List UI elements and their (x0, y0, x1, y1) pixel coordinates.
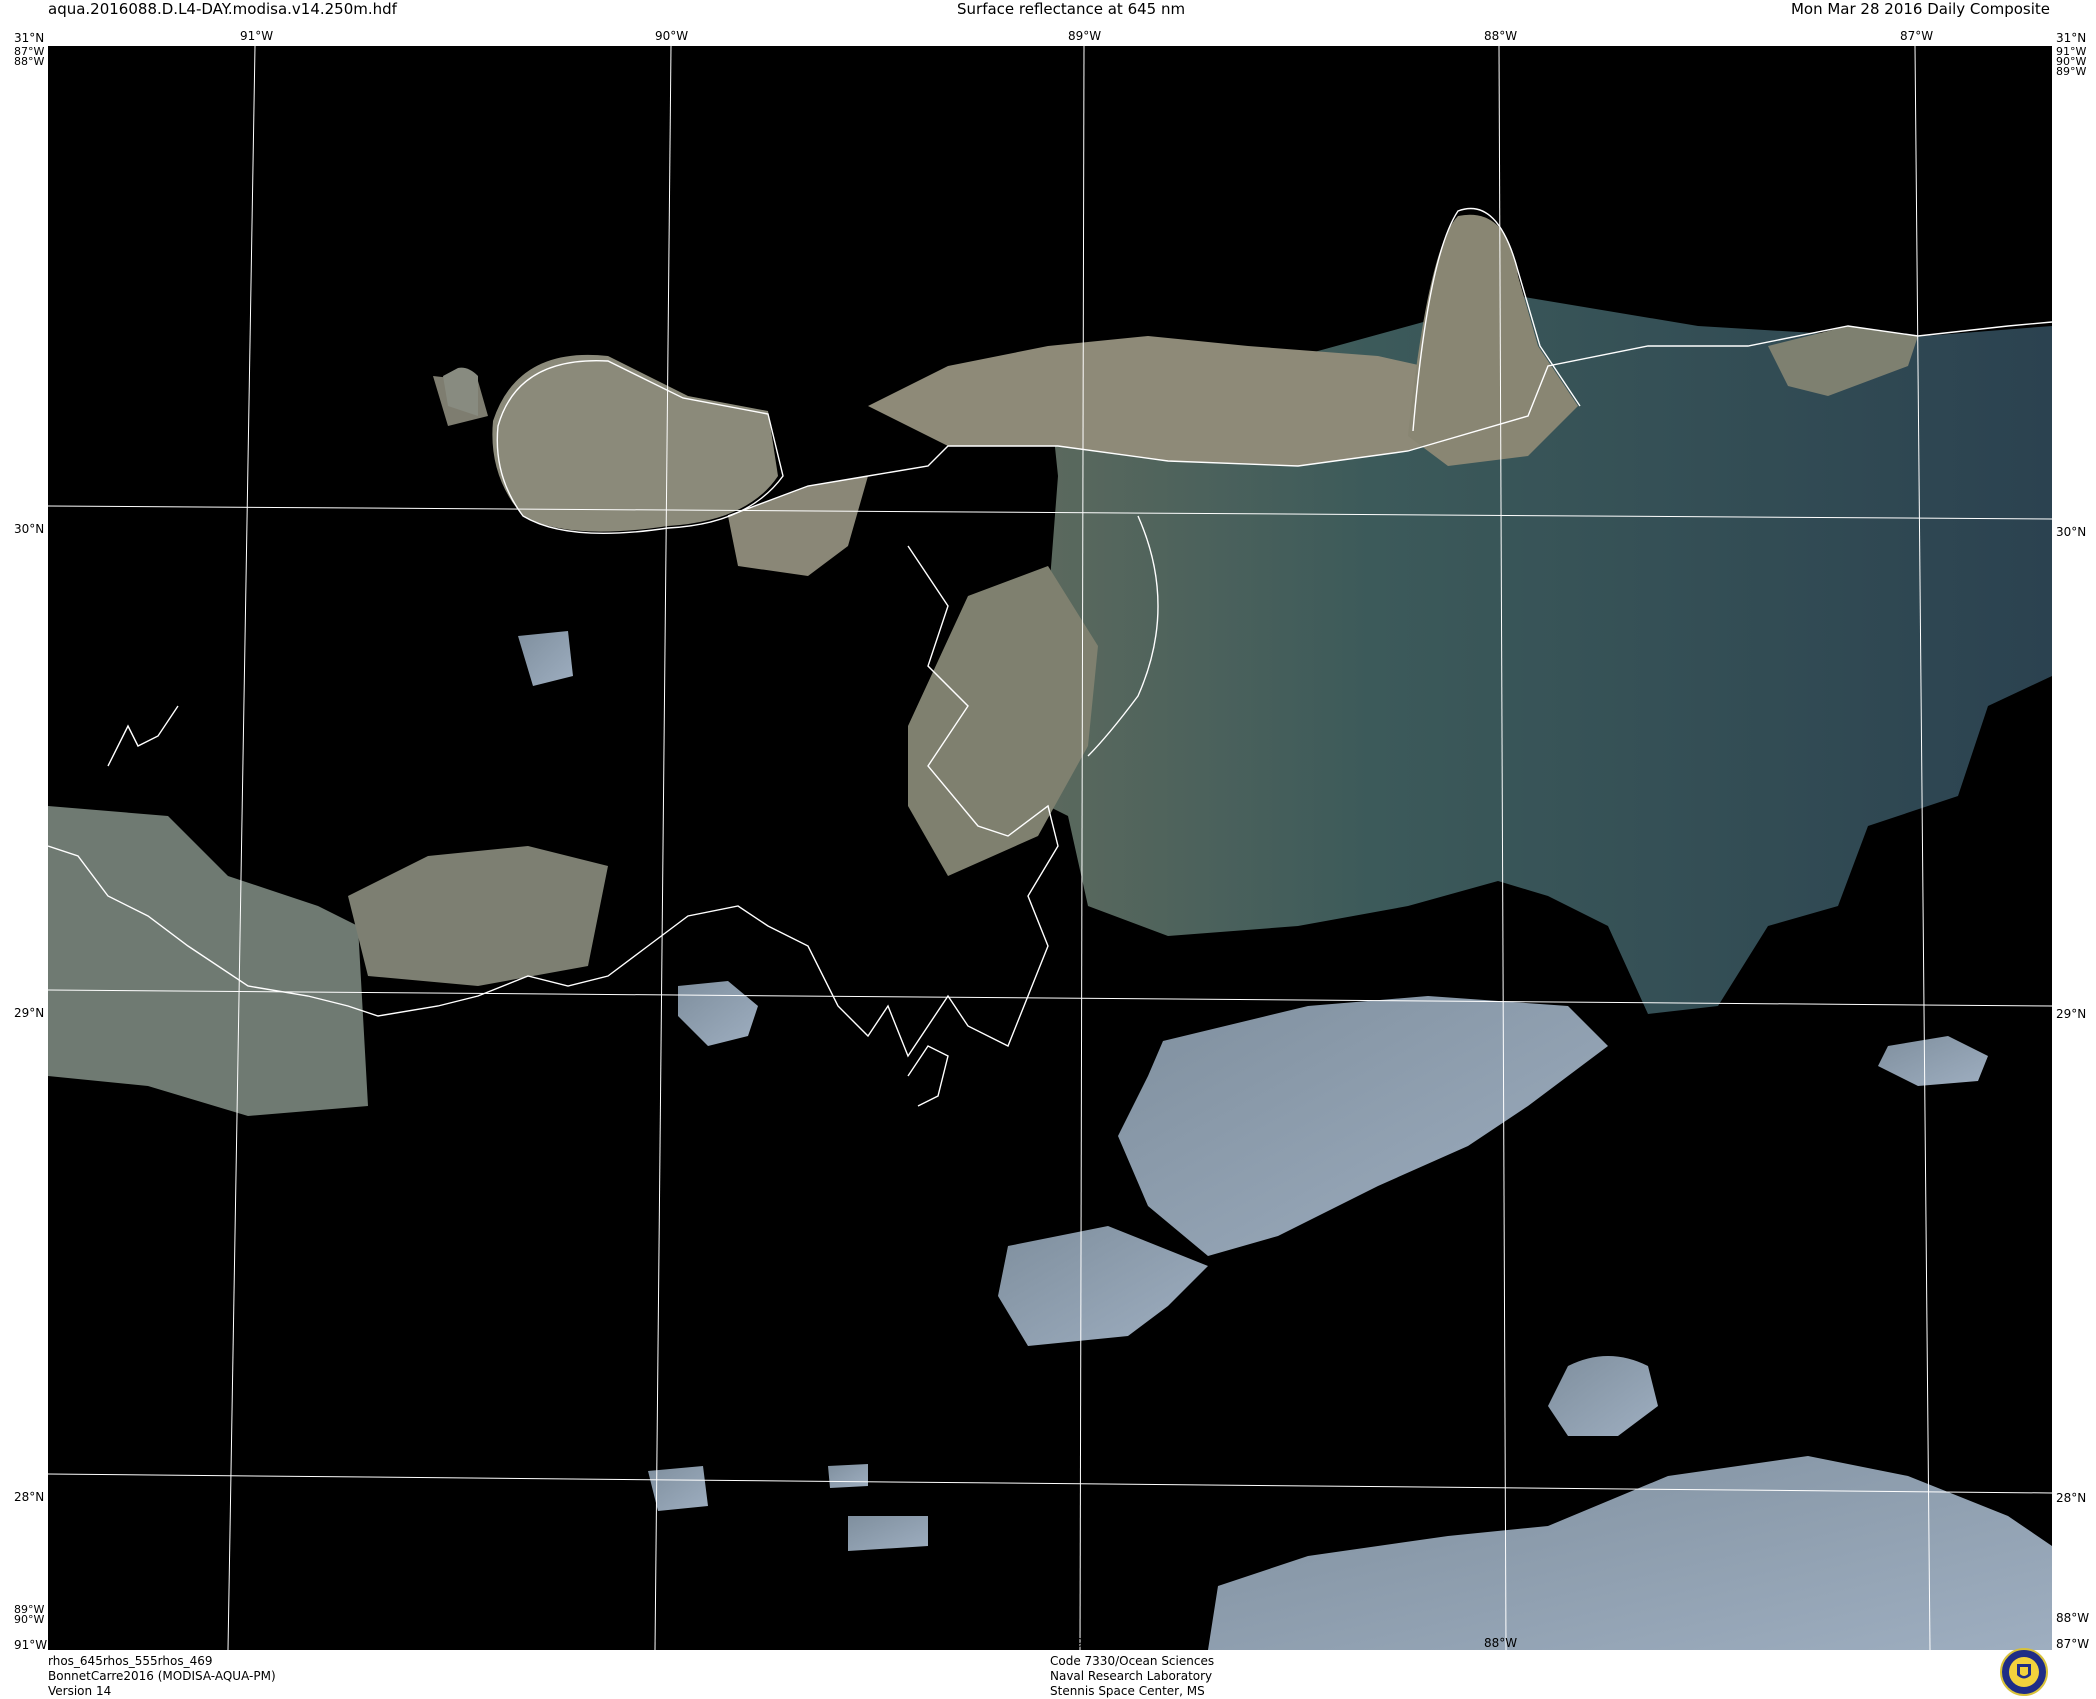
corner-label: 31°N (14, 31, 45, 45)
map-canvas (48, 46, 2052, 1650)
lat-label-left: 30°N (14, 522, 45, 536)
lon-label-top: 87°W (1900, 29, 1934, 43)
lat-label-right: 29°N (2056, 1007, 2087, 1021)
lat-label-right: 30°N (2056, 525, 2087, 539)
nrl-seal-icon (2000, 1648, 2048, 1696)
terrebonne-water (348, 846, 608, 986)
lon-label-top: 90°W (655, 29, 689, 43)
footer-left-line: BonnetCarre2016 (MODISA-AQUA-PM) (48, 1669, 276, 1683)
filename-title: aqua.2016088.D.L4-DAY.modisa.v14.250m.hd… (48, 0, 397, 18)
footer-center-line: Naval Research Laboratory (1050, 1669, 1213, 1683)
lon-label-bottom: 89°W (1068, 1636, 1102, 1650)
lon-label-top: 91°W (240, 29, 274, 43)
lat-label-right: 28°N (2056, 1491, 2087, 1505)
corner-label: 89°W (2056, 65, 2087, 78)
barataria-plume (48, 806, 368, 1116)
reflectance-image (48, 46, 2052, 1650)
lon-label-bottom: 88°W (1484, 1636, 1518, 1650)
footer-center-line: Code 7330/Ocean Sciences (1050, 1654, 1215, 1668)
lon-label-top: 88°W (1484, 29, 1518, 43)
lat-label-left: 29°N (14, 1006, 45, 1020)
footer-left-line: rhos_645rhos_555rhos_469 (48, 1654, 213, 1668)
corner-label: 90°W (14, 1613, 45, 1626)
date-label: Mon Mar 28 2016 Daily Composite (1790, 0, 2050, 18)
lake-pontchartrain (492, 354, 778, 532)
lon-label-bottom: 90°W (655, 1636, 689, 1650)
lat-label-left: 28°N (14, 1490, 45, 1504)
corner-label: 91°W (14, 1638, 48, 1652)
corner-label: 88°W (2056, 1611, 2090, 1625)
footer-center-line: Stennis Space Center, MS (1050, 1684, 1205, 1698)
corner-label: 88°W (14, 55, 45, 68)
corner-label: 31°N (2056, 31, 2087, 45)
corner-label: 87°W (2056, 1637, 2090, 1651)
lon-label-top: 89°W (1068, 29, 1102, 43)
product-title: Surface reflectance at 645 nm (957, 0, 1186, 18)
chandeleur-plume (908, 566, 1098, 876)
footer-left-line: Version 14 (48, 1684, 112, 1698)
